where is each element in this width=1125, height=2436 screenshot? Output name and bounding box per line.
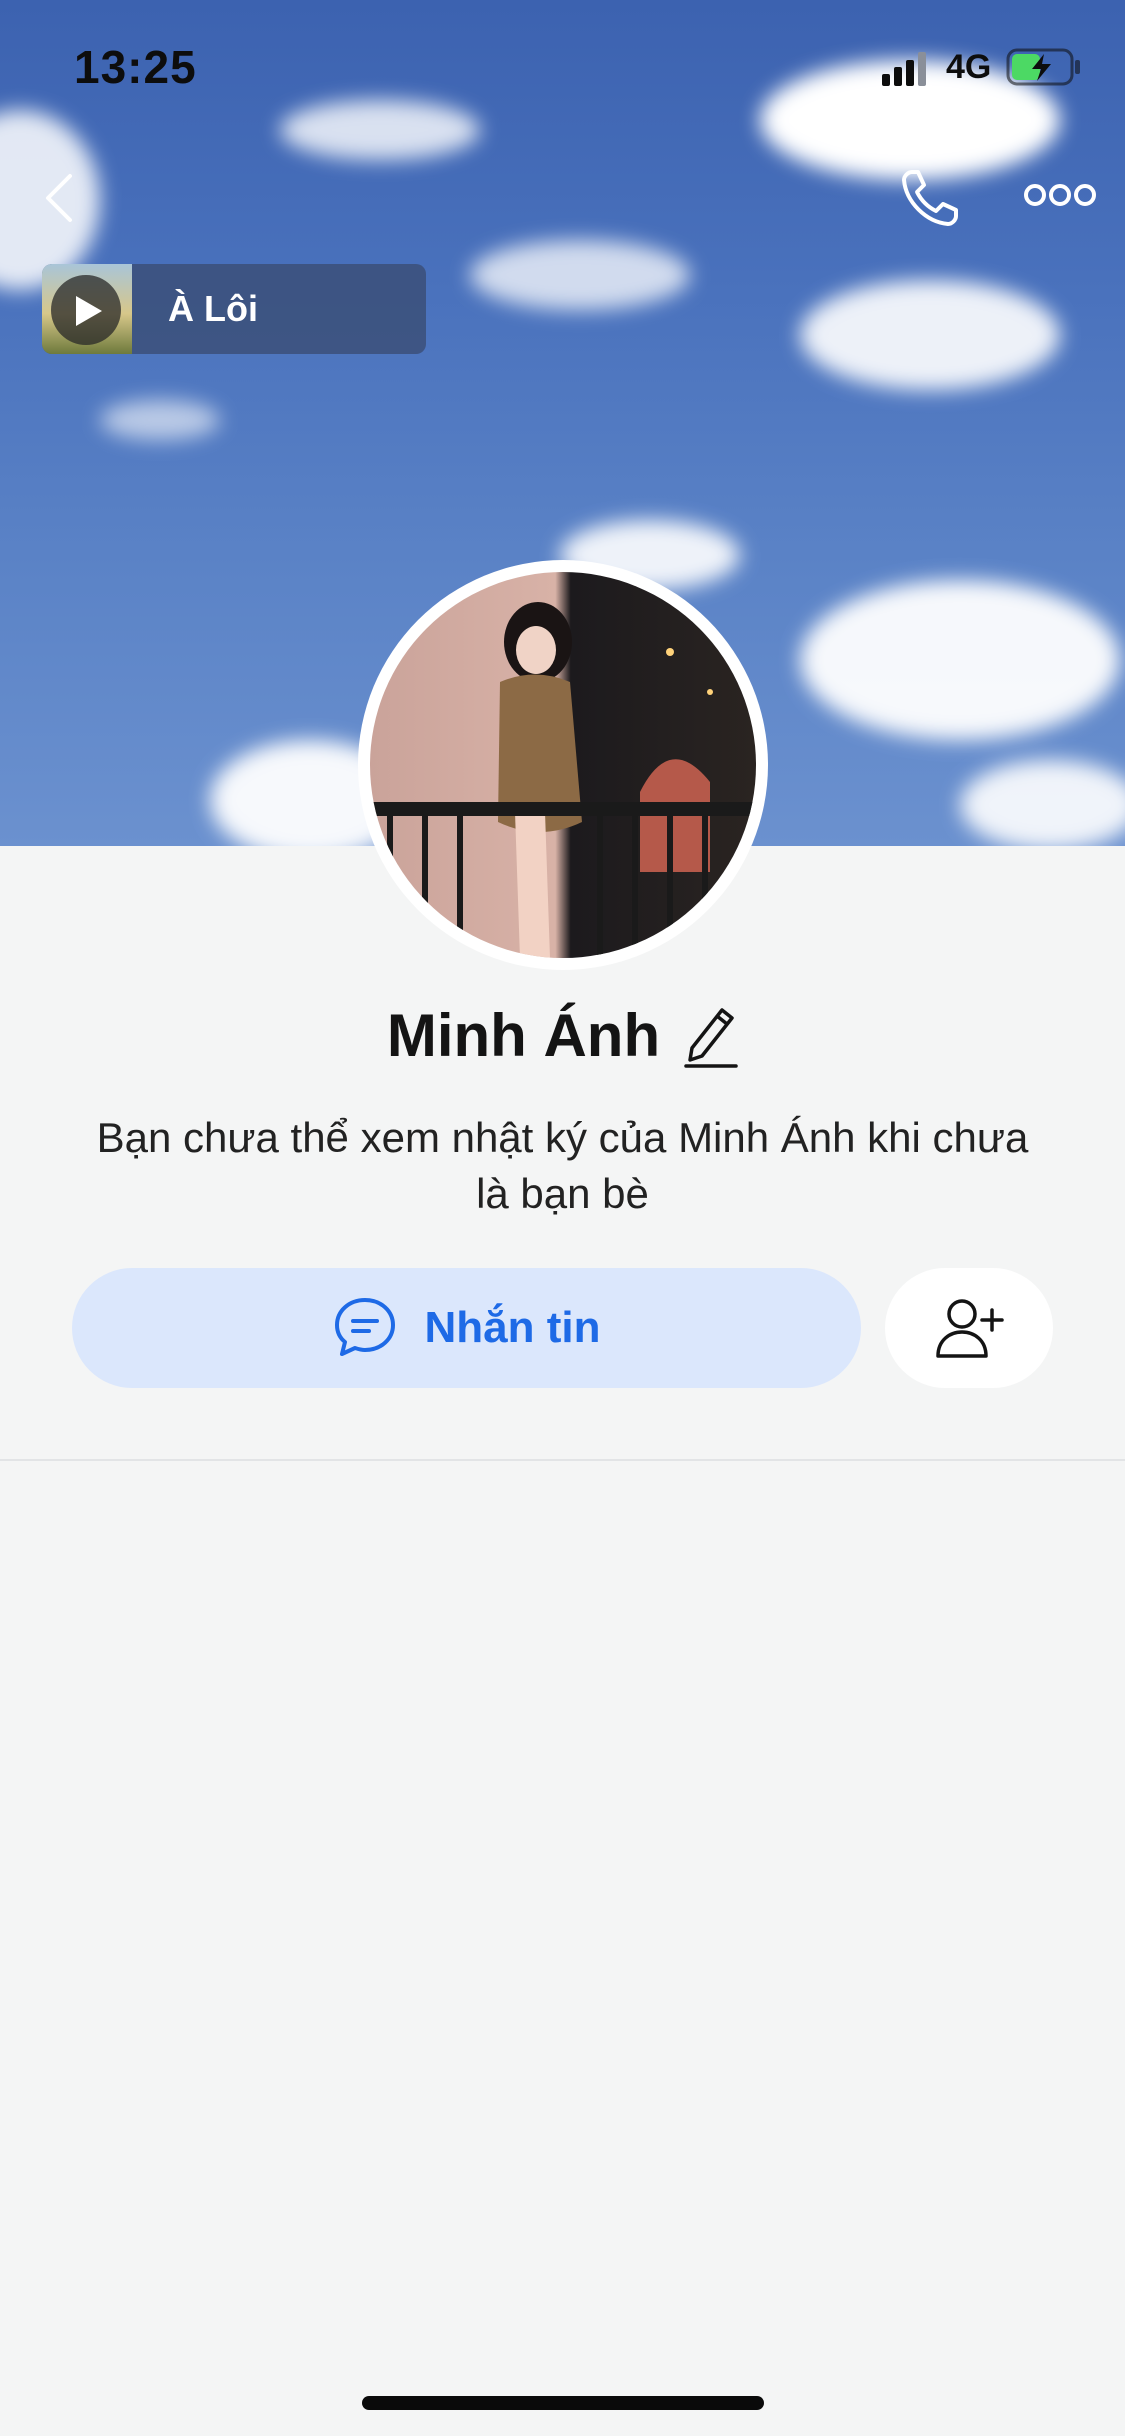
cloud-decoration [100, 400, 220, 440]
avatar-image [370, 572, 756, 958]
profile-music-player[interactable]: À Lôi [42, 264, 426, 354]
pencil-icon[interactable] [684, 1002, 738, 1068]
status-time: 13:25 [74, 41, 197, 93]
cloud-decoration [470, 240, 690, 310]
message-button[interactable]: Nhắn tin [72, 1268, 861, 1388]
message-button-label: Nhắn tin [424, 1303, 601, 1352]
chat-bubble-icon [334, 1298, 395, 1356]
friend-restriction-notice: Bạn chưa thể xem nhật ký của Minh Ánh kh… [96, 1114, 1029, 1217]
ellipsis-icon[interactable] [1024, 180, 1096, 210]
cloud-decoration [800, 580, 1120, 740]
signal-bars-icon [882, 52, 926, 86]
home-indicator[interactable] [362, 2396, 764, 2410]
network-type: 4G [946, 48, 992, 86]
profile-name-row: Minh Ánh [0, 995, 1125, 1075]
music-thumbnail [42, 264, 132, 354]
play-icon [76, 296, 102, 326]
profile-name: Minh Ánh [386, 1001, 661, 1069]
avatar-photo-illustration [370, 602, 756, 958]
cloud-decoration [800, 280, 1060, 390]
play-button[interactable] [51, 275, 121, 345]
chevron-left-icon[interactable] [40, 170, 80, 226]
section-divider [0, 1459, 1125, 1461]
cloud-decoration [960, 760, 1125, 846]
music-title: À Lôi [168, 288, 258, 329]
avatar[interactable] [358, 560, 768, 970]
battery-charging-icon [1006, 48, 1080, 86]
add-user-icon [936, 1299, 1004, 1358]
add-friend-button[interactable] [885, 1268, 1053, 1388]
phone-icon[interactable] [898, 166, 962, 230]
status-bar: 13:25 4G [0, 0, 1125, 135]
